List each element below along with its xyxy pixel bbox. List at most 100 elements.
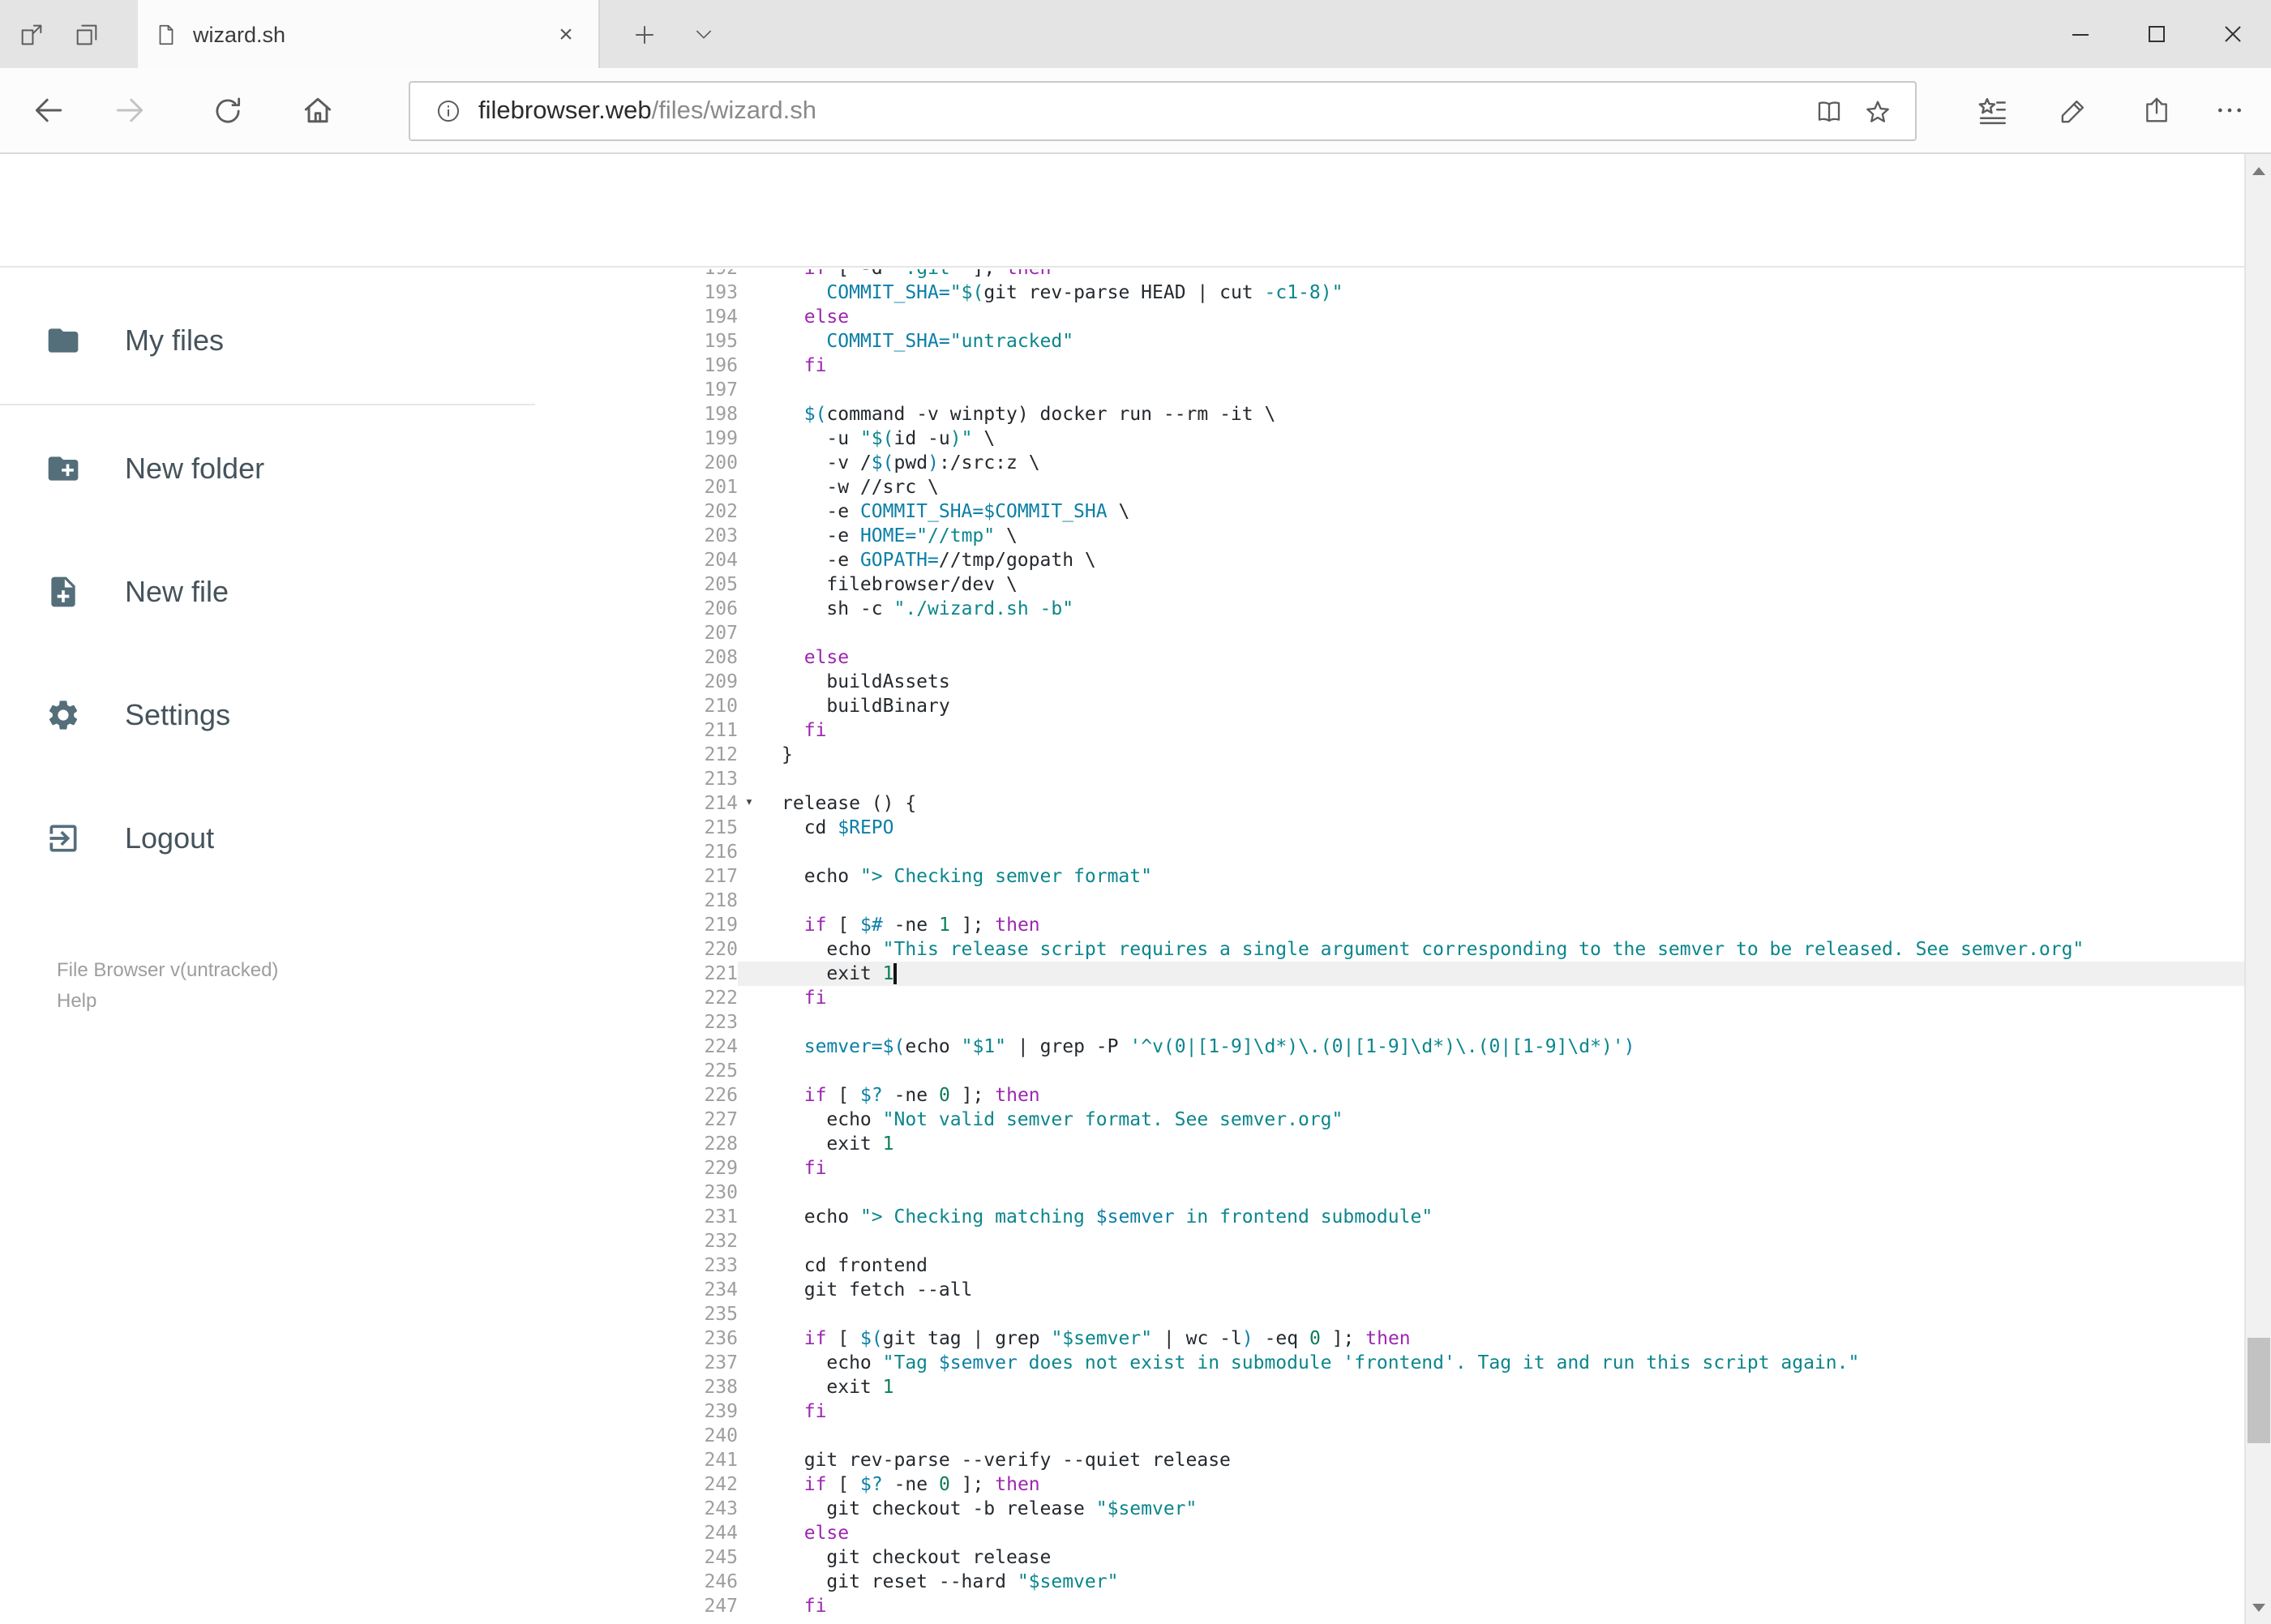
code-line-244[interactable]: 244 else [535,1521,2243,1545]
code-text[interactable]: echo "This release script requires a sin… [761,937,2243,962]
url-text[interactable]: filebrowser.web/files/wizard.sh [478,96,1805,126]
reading-view-button[interactable] [1805,87,1853,135]
web-note-pen-button[interactable] [2046,83,2102,138]
code-line-198[interactable]: 198 $(command -v winpty) docker run --rm… [535,402,2243,426]
code-line-219[interactable]: 219 if [ $# -ne 1 ]; then [535,913,2243,937]
code-text[interactable] [761,1010,2243,1035]
sidebar-item-logout[interactable]: Logout [0,777,535,900]
code-text[interactable] [761,621,2243,645]
code-line-195[interactable]: 195 COMMIT_SHA="untracked" [535,329,2243,354]
code-text[interactable]: git checkout release [761,1545,2243,1570]
code-text[interactable]: buildAssets [761,670,2243,694]
site-info-icon[interactable] [423,87,472,135]
back-button[interactable] [21,83,76,138]
code-line-205[interactable]: 205 filebrowser/dev \ [535,572,2243,597]
code-text[interactable]: if [ $(git tag | grep "$semver" | wc -l)… [761,1326,2243,1351]
code-text[interactable] [761,1181,2243,1205]
code-text[interactable] [761,1059,2243,1083]
code-line-193[interactable]: 193 COMMIT_SHA="$(git rev-parse HEAD | c… [535,281,2243,305]
code-line-247[interactable]: 247 fi [535,1594,2243,1618]
code-line-243[interactable]: 243 git checkout -b release "$semver" [535,1497,2243,1521]
code-text[interactable]: -e COMMIT_SHA=$COMMIT_SHA \ [761,499,2243,524]
code-line-213[interactable]: 213 [535,767,2243,791]
code-line-197[interactable]: 197 [535,378,2243,402]
sidebar-item-new-folder[interactable]: New folder [0,407,535,530]
code-text[interactable]: COMMIT_SHA="untracked" [761,329,2243,354]
code-line-238[interactable]: 238 exit 1 [535,1375,2243,1399]
share-button[interactable] [2129,83,2184,138]
code-line-200[interactable]: 200 -v /$(pwd):/src:z \ [535,451,2243,475]
set-tabs-aside-button[interactable] [10,10,52,58]
code-text[interactable]: } [761,743,2243,767]
code-line-241[interactable]: 241 git rev-parse --verify --quiet relea… [535,1448,2243,1472]
code-text[interactable]: fi [761,718,2243,743]
code-text[interactable]: git rev-parse --verify --quiet release [761,1448,2243,1472]
code-line-230[interactable]: 230 [535,1181,2243,1205]
code-text[interactable]: buildBinary [761,694,2243,718]
code-text[interactable]: -u "$(id -u)" \ [761,426,2243,451]
code-line-218[interactable]: 218 [535,889,2243,913]
code-line-234[interactable]: 234 git fetch --all [535,1278,2243,1302]
help-link[interactable]: Help [57,986,278,1017]
code-text[interactable]: else [761,645,2243,670]
code-text[interactable]: cd frontend [761,1253,2243,1278]
code-line-242[interactable]: 242 if [ $? -ne 0 ]; then [535,1472,2243,1497]
code-text[interactable]: cd $REPO [761,816,2243,840]
code-text[interactable]: if [ $? -ne 0 ]; then [761,1472,2243,1497]
code-text[interactable]: semver=$(echo "$1" | grep -P '^v(0|[1-9]… [761,1035,2243,1059]
code-line-208[interactable]: 208 else [535,645,2243,670]
code-line-232[interactable]: 232 [535,1229,2243,1253]
code-line-196[interactable]: 196 fi [535,354,2243,378]
sidebar-item-my-files[interactable]: My files [0,279,535,402]
code-text[interactable]: if [ $? -ne 0 ]; then [761,1083,2243,1108]
code-text[interactable]: fi [761,1594,2243,1618]
code-text[interactable]: git reset --hard "$semver" [761,1570,2243,1594]
code-text[interactable] [761,767,2243,791]
code-text[interactable]: git checkout -b release "$semver" [761,1497,2243,1521]
code-text[interactable] [761,840,2243,864]
code-text[interactable]: if [ -d ".git" ]; then [761,269,2243,281]
code-line-220[interactable]: 220 echo "This release script requires a… [535,937,2243,962]
code-text[interactable]: else [761,1521,2243,1545]
code-line-211[interactable]: 211 fi [535,718,2243,743]
page-scrollbar[interactable] [2243,154,2271,1624]
sidebar-item-new-file[interactable]: New file [0,530,535,653]
code-line-212[interactable]: 212} [535,743,2243,767]
favorite-star-button[interactable] [1853,87,1902,135]
code-text[interactable]: echo "> Checking semver format" [761,864,2243,889]
code-line-229[interactable]: 229 fi [535,1156,2243,1181]
code-line-245[interactable]: 245 git checkout release [535,1545,2243,1570]
code-text[interactable]: -e GOPATH=//tmp/gopath \ [761,548,2243,572]
code-text[interactable]: echo "> Checking matching $semver in fro… [761,1205,2243,1229]
code-line-240[interactable]: 240 [535,1424,2243,1448]
code-editor[interactable]: 192 if [ -d ".git" ]; then193 COMMIT_SHA… [535,269,2243,1624]
code-line-215[interactable]: 215 cd $REPO [535,816,2243,840]
code-text[interactable]: filebrowser/dev \ [761,572,2243,597]
tab-preview-chevron-button[interactable] [678,0,730,68]
code-line-239[interactable]: 239 fi [535,1399,2243,1424]
code-text[interactable]: echo "Not valid semver format. See semve… [761,1108,2243,1132]
tab-close-button[interactable]: × [550,20,582,48]
code-line-228[interactable]: 228 exit 1 [535,1132,2243,1156]
code-line-235[interactable]: 235 [535,1302,2243,1326]
code-text[interactable] [761,1424,2243,1448]
code-text[interactable]: $(command -v winpty) docker run --rm -it… [761,402,2243,426]
code-line-227[interactable]: 227 echo "Not valid semver format. See s… [535,1108,2243,1132]
code-line-194[interactable]: 194 else [535,305,2243,329]
forward-button[interactable] [102,83,157,138]
code-line-233[interactable]: 233 cd frontend [535,1253,2243,1278]
code-text[interactable]: sh -c "./wizard.sh -b" [761,597,2243,621]
window-maximize-button[interactable] [2119,0,2195,68]
code-line-231[interactable]: 231 echo "> Checking matching $semver in… [535,1205,2243,1229]
code-line-206[interactable]: 206 sh -c "./wizard.sh -b" [535,597,2243,621]
code-line-226[interactable]: 226 if [ $? -ne 0 ]; then [535,1083,2243,1108]
new-tab-button[interactable] [616,0,671,68]
code-line-204[interactable]: 204 -e GOPATH=//tmp/gopath \ [535,548,2243,572]
sidebar-item-settings[interactable]: Settings [0,653,535,777]
tabs-set-aside-button[interactable] [65,10,107,58]
code-line-225[interactable]: 225 [535,1059,2243,1083]
code-line-236[interactable]: 236 if [ $(git tag | grep "$semver" | wc… [535,1326,2243,1351]
code-line-224[interactable]: 224 semver=$(echo "$1" | grep -P '^v(0|[… [535,1035,2243,1059]
code-text[interactable]: exit 1 [761,1132,2243,1156]
code-text[interactable]: fi [761,1156,2243,1181]
